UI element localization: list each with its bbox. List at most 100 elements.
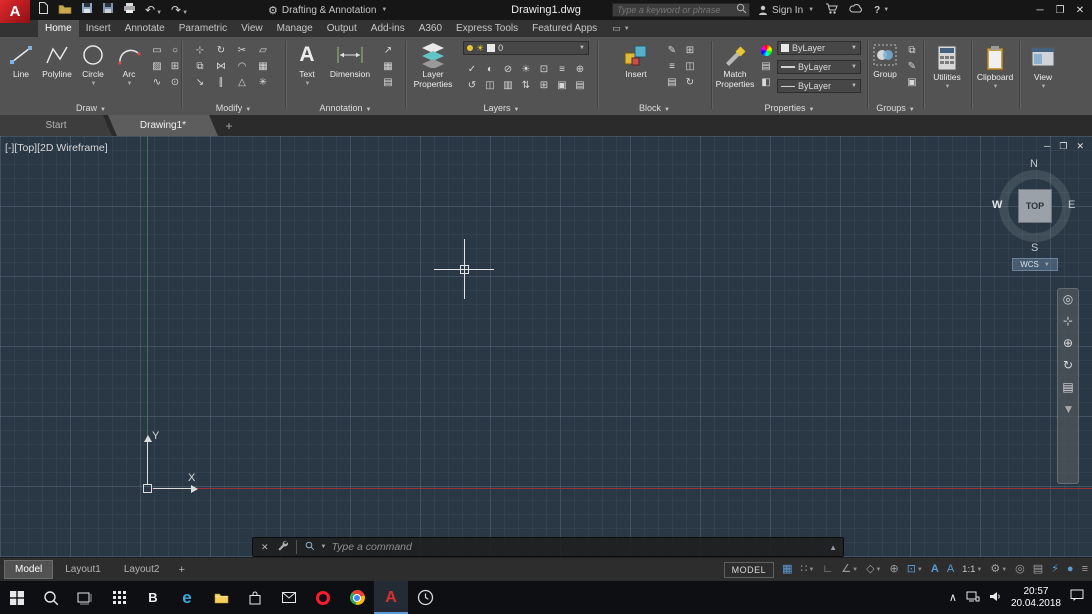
array-tool-icon[interactable]: ▦	[254, 58, 272, 74]
steering-wheel-icon[interactable]: ◎	[1063, 293, 1073, 305]
ribbon-tab-addins[interactable]: Add-ins	[364, 20, 412, 37]
edge-browser-icon[interactable]: e	[170, 581, 204, 614]
layers-panel-caption[interactable]: Layers▼	[407, 102, 596, 114]
dimension-tool-button[interactable]: Dimension	[327, 40, 373, 80]
clipboard-caret-icon[interactable]: ▼	[993, 83, 999, 93]
command-history-icon[interactable]: ▲	[829, 543, 843, 552]
text-style-tool-icon[interactable]: ▤	[379, 74, 397, 90]
trim-tool-icon[interactable]: ✂	[233, 42, 251, 58]
sync-attributes-icon[interactable]: ↻	[681, 74, 699, 90]
view-panel-button[interactable]: View ▼	[1026, 43, 1060, 92]
network-icon[interactable]	[966, 589, 980, 607]
layer-lock-icon[interactable]: ⊡	[535, 61, 553, 77]
minimize-button[interactable]: ─	[1030, 0, 1050, 20]
viewcube-north[interactable]: N	[1030, 158, 1038, 170]
file-tab-drawing1[interactable]: Drawing1*	[108, 115, 218, 136]
annotation-panel-caption[interactable]: Annotation▼	[287, 102, 404, 114]
ribbon-tab-featured-apps[interactable]: Featured Apps	[525, 20, 604, 37]
new-drawing-button[interactable]	[38, 1, 49, 19]
layer-change-icon[interactable]: ⇅	[517, 77, 535, 93]
search-input[interactable]	[613, 5, 736, 15]
layer-on-bulb-icon[interactable]	[467, 45, 473, 51]
fillet-tool-icon[interactable]: ◠	[233, 58, 251, 74]
file-tab-start[interactable]: Start	[0, 115, 112, 136]
workspace-switcher[interactable]: ⚙ Drafting & Annotation ▼	[268, 0, 387, 20]
group-edit-icon[interactable]: ✎	[903, 58, 921, 74]
circle-caret-icon[interactable]: ▼	[91, 80, 97, 90]
help-search-box[interactable]	[612, 3, 750, 17]
explode-tool-icon[interactable]: ✳	[254, 74, 272, 90]
clipboard-panel-button[interactable]: Clipboard ▼	[978, 43, 1012, 92]
mirror-tool-icon[interactable]: ⋈	[212, 58, 230, 74]
copy-tool-icon[interactable]: ⧉	[191, 58, 209, 74]
mail-app-icon[interactable]	[272, 581, 306, 614]
arc-caret-icon[interactable]: ▼	[127, 80, 133, 90]
restore-button[interactable]: ❐	[1050, 0, 1070, 20]
color-wheel-icon[interactable]	[757, 42, 775, 58]
task-view-icon[interactable]	[68, 581, 102, 614]
redo-button[interactable]: ↷▼	[171, 1, 188, 19]
view-caret-icon[interactable]: ▼	[1041, 83, 1047, 93]
layer-isolate-icon[interactable]: ◐	[481, 61, 499, 77]
command-caret-icon[interactable]: ▼	[321, 544, 327, 550]
draw-panel-caption[interactable]: Draw▼	[2, 102, 180, 114]
layer-freeze-tool-icon[interactable]: ☀	[517, 61, 535, 77]
layer-freeze-icon[interactable]: ☀	[476, 43, 484, 54]
customization-icon[interactable]: ≡	[1082, 564, 1088, 575]
pinned-app-b-icon[interactable]: B	[136, 581, 170, 614]
close-button[interactable]: ✕	[1070, 0, 1090, 20]
ribbon-tab-home[interactable]: Home	[38, 20, 79, 37]
drawing-minimize-button[interactable]: ─	[1044, 141, 1050, 152]
groups-panel-caption[interactable]: Groups▼	[869, 102, 922, 114]
plot-button[interactable]	[123, 1, 136, 19]
polar-tracking-icon[interactable]: ∠▼	[841, 564, 858, 575]
lineweight-dropdown[interactable]: ByLayer ▼	[777, 60, 861, 74]
object-snap-icon[interactable]: ⊡▼	[907, 564, 923, 575]
layer-more-icon[interactable]: ▤	[571, 77, 589, 93]
layer-unlock-icon[interactable]: ▣	[553, 77, 571, 93]
ribbon-tab-view[interactable]: View	[234, 20, 270, 37]
wcs-menu[interactable]: WCS ▼	[1012, 258, 1058, 271]
layer-copy-icon[interactable]: ⊞	[535, 77, 553, 93]
create-block-icon[interactable]: ⊞	[681, 42, 699, 58]
layer-prev-icon[interactable]: ↺	[463, 77, 481, 93]
command-customize-wrench-icon[interactable]	[277, 538, 288, 556]
scale-tool-icon[interactable]: △	[233, 74, 251, 90]
utilities-caret-icon[interactable]: ▼	[945, 83, 951, 93]
object-snap-tracking-icon[interactable]: ⊕	[889, 564, 898, 575]
taskbar-search-icon[interactable]	[34, 581, 68, 614]
stay-connected-button[interactable]	[849, 4, 863, 16]
opera-browser-icon[interactable]	[306, 581, 340, 614]
navbar-caret-icon[interactable]: ▼	[1063, 403, 1075, 415]
sign-in-button[interactable]: Sign In ▼	[758, 5, 814, 16]
annotation-visibility-icon[interactable]: A	[931, 564, 939, 575]
help-button[interactable]: ?▼	[874, 5, 889, 16]
save-as-button[interactable]	[102, 1, 114, 19]
layer-dropdown-caret-icon[interactable]: ▼	[579, 45, 585, 51]
layer-color-swatch[interactable]	[487, 44, 495, 52]
viewcube-east[interactable]: E	[1068, 199, 1075, 211]
volume-icon[interactable]	[989, 589, 1002, 607]
ribbon-tab-parametric[interactable]: Parametric	[172, 20, 234, 37]
pan-icon[interactable]: ⊹	[1063, 315, 1073, 327]
ribbon-tab-insert[interactable]: Insert	[79, 20, 118, 37]
text-tool-button[interactable]: A Text ▼	[291, 40, 323, 89]
ortho-mode-icon[interactable]: ∟	[822, 564, 833, 575]
leader-tool-icon[interactable]: ↗	[379, 42, 397, 58]
viewcube-top-face[interactable]: TOP	[1018, 189, 1052, 223]
stretch-tool-icon[interactable]: ↘	[191, 74, 209, 90]
offset-tool-icon[interactable]: ∥	[212, 74, 230, 90]
properties-list-icon[interactable]: ▤	[757, 58, 775, 74]
ungroup-icon[interactable]: ⧉	[903, 42, 921, 58]
rotate-tool-icon[interactable]: ↻	[212, 42, 230, 58]
drawing-canvas[interactable]: [-][Top][2D Wireframe] ─ ❐ ✕ Y X N S	[0, 136, 1092, 557]
quick-properties-icon[interactable]: ▤	[1033, 564, 1043, 575]
pinned-app-grid-icon[interactable]	[102, 581, 136, 614]
command-line[interactable]: ✕ ▼ Type a command ▲	[252, 537, 844, 557]
autocad-app-menu-button[interactable]: A	[0, 0, 30, 23]
spline-tool-icon[interactable]: ∿	[148, 74, 166, 90]
layer-merge-icon[interactable]: ◫	[481, 77, 499, 93]
taskbar-clock[interactable]: 20:57 20.04.2018	[1011, 586, 1061, 609]
table-tool-icon[interactable]: ▦	[379, 58, 397, 74]
circle-tool-button[interactable]: Circle ▼	[76, 40, 110, 89]
